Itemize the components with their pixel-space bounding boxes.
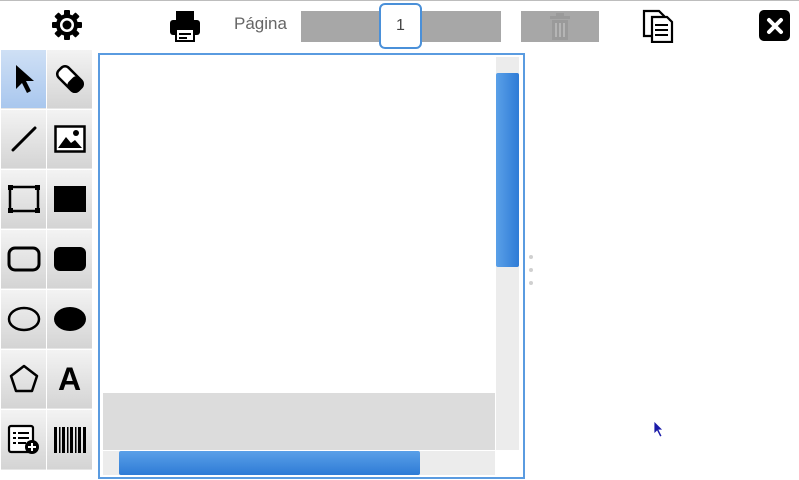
select-tool[interactable] [1,50,46,109]
grip-dot-icon [529,268,533,272]
rounded-rectangle-outline-tool[interactable] [1,230,46,289]
rounded-rectangle-filled-icon [53,247,86,271]
barcode-tool[interactable] [47,410,92,470]
page-label: Página [234,14,287,33]
rectangle-filled-tool[interactable] [47,170,92,229]
text-tool[interactable]: A [47,350,92,409]
close-button[interactable] [759,10,790,41]
vertical-scrollbar-thumb[interactable] [496,73,519,267]
delete-button[interactable] [521,11,599,42]
polygon-tool[interactable] [1,350,46,409]
text-a-icon: A [57,361,82,397]
variable-field-tool[interactable] [1,410,46,470]
eraser-tool[interactable] [47,50,92,109]
horizontal-scrollbar-thumb[interactable] [119,451,420,475]
eraser-icon [55,64,84,94]
ellipse-filled-tool[interactable] [47,290,92,349]
copy-button[interactable] [640,9,676,43]
line-tool[interactable] [1,110,46,169]
pentagon-icon [9,364,38,393]
panel-resize-handle[interactable] [528,255,534,285]
image-tool[interactable] [47,110,92,169]
ellipse-filled-icon [53,307,86,331]
print-button[interactable] [167,8,203,44]
arrow-pointer-icon [15,65,34,93]
gear-icon [52,10,82,40]
mouse-cursor-icon [653,420,665,443]
rounded-rectangle-filled-tool[interactable] [47,230,92,289]
close-icon [766,17,783,34]
ellipse-outline-icon [7,306,40,332]
page-prev-area[interactable] [301,11,381,42]
image-icon [53,125,86,153]
rounded-rectangle-outline-icon [7,246,40,272]
trash-icon [550,12,570,40]
page-number-input[interactable] [379,3,422,49]
top-border [0,0,799,1]
ellipse-outline-tool[interactable] [1,290,46,349]
page-next-area[interactable] [421,11,501,42]
grip-dot-icon [529,281,533,285]
list-add-icon [7,424,39,454]
rectangle-outline-icon [7,185,40,213]
copy-document-icon [642,9,674,43]
settings-button[interactable] [50,8,84,42]
rectangle-filled-icon [53,186,86,212]
line-icon [11,126,36,152]
printer-icon [170,11,200,42]
canvas-margin-area [103,393,495,450]
rectangle-outline-tool[interactable] [1,170,46,229]
barcode-icon [53,426,86,453]
grip-dot-icon [529,255,533,259]
